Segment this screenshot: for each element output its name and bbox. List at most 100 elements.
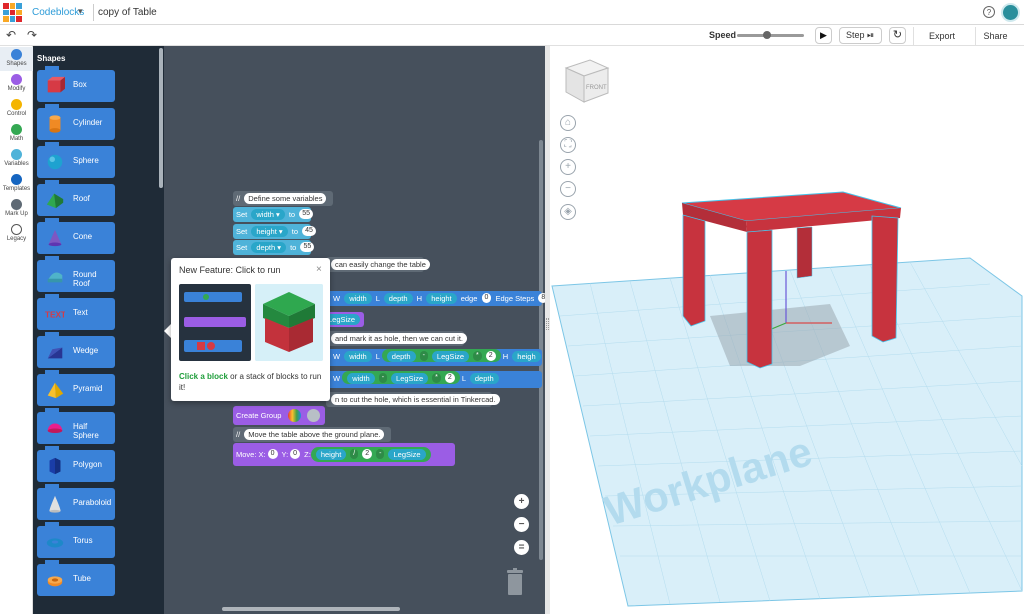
splitter-grip-icon[interactable] <box>546 318 549 330</box>
comment-text[interactable]: can easily change the table <box>331 259 430 270</box>
set-width-block[interactable]: Set width ▾ to 55 <box>233 207 313 222</box>
undo-icon[interactable]: ↶ <box>6 28 16 42</box>
workspace-horizontal-scrollbar[interactable] <box>222 607 400 611</box>
operator-dropdown[interactable]: - <box>378 373 388 383</box>
set-depth-block[interactable]: Set depth ▾ to 55 <box>233 240 315 255</box>
category-variables[interactable]: Variables <box>0 147 33 171</box>
category-mark-up[interactable]: Mark Up <box>0 197 33 221</box>
set-height-block[interactable]: Set height ▾ to 45 <box>233 224 316 239</box>
perspective-icon[interactable]: ◈ <box>560 204 576 220</box>
export-button[interactable]: Export <box>913 27 970 45</box>
depth-variable[interactable]: depth <box>383 293 413 304</box>
depth-variable[interactable]: depth <box>469 373 499 384</box>
comment-block[interactable]: n to cut the hole, which is essential in… <box>326 392 500 407</box>
height-variable[interactable]: height <box>426 293 457 304</box>
legsize-variable[interactable]: LegSize <box>388 449 426 460</box>
tinkercad-logo[interactable] <box>3 3 22 22</box>
math-expression[interactable]: depth - LegSize * 2 <box>381 349 501 362</box>
variable-dropdown[interactable]: depth ▾ <box>251 242 286 253</box>
close-icon[interactable]: × <box>316 264 322 275</box>
width-variable[interactable]: width <box>344 351 372 362</box>
depth-variable[interactable]: depth <box>386 351 416 362</box>
comment-text[interactable]: n to cut the hole, which is essential in… <box>331 394 500 405</box>
step-button[interactable]: Step ⏯ <box>839 27 882 44</box>
move-block[interactable]: Move: X: 0 Y: 0 Z: height/2- LegSize <box>233 443 455 466</box>
height-variable[interactable]: height <box>315 449 347 460</box>
math-expression[interactable]: width - LegSize * 2 <box>342 371 460 384</box>
value-field[interactable]: 0 <box>481 293 492 303</box>
app-dropdown-icon[interactable]: ▾ <box>78 6 83 17</box>
shape-block-polygon[interactable]: Polygon <box>37 446 115 482</box>
width-variable[interactable]: width <box>344 293 372 304</box>
project-title[interactable]: copy of Table <box>98 7 157 18</box>
shape-block-paraboloid[interactable]: Paraboloid <box>37 484 115 520</box>
3d-scene[interactable]: Workplane FRONT <box>550 46 1024 614</box>
comment-text[interactable]: and mark it as hole, then we can cut it. <box>331 333 467 344</box>
legsize-variable[interactable]: LegSize <box>431 351 470 362</box>
zoom-out-icon[interactable]: − <box>514 517 529 532</box>
comment-block[interactable]: // Define some variables <box>233 191 333 206</box>
shape-block-cylinder[interactable]: Cylinder <box>37 104 115 140</box>
comment-block[interactable]: // Move the table above the ground plane… <box>233 427 391 442</box>
comment-text[interactable]: Define some variables <box>244 193 327 204</box>
shape-block-torus[interactable]: Torus <box>37 522 115 558</box>
comment-block[interactable]: can easily change the table <box>326 257 430 272</box>
value-field[interactable]: 0 <box>267 449 278 459</box>
shape-block-box[interactable]: Box <box>37 66 115 102</box>
view-cube[interactable]: FRONT <box>564 59 610 103</box>
operator-dropdown[interactable]: * <box>473 351 482 361</box>
play-button[interactable]: ▶ <box>815 27 832 44</box>
home-view-icon[interactable]: ⌂ <box>560 115 576 131</box>
shape-block-half-sphere[interactable]: Half Sphere <box>37 408 115 444</box>
value-field[interactable]: 55 <box>300 242 315 252</box>
math-expression[interactable]: height/2- LegSize <box>310 447 431 462</box>
help-icon[interactable]: ? <box>983 6 995 18</box>
shape-block-tube[interactable]: Tube <box>37 560 115 596</box>
width-variable[interactable]: width <box>347 373 375 384</box>
reset-icon[interactable]: ↻ <box>889 27 906 44</box>
zoom-reset-icon[interactable]: = <box>514 540 529 555</box>
color-picker-icon[interactable] <box>288 409 301 422</box>
shape-block-round-roof[interactable]: Round Roof <box>37 256 115 292</box>
create-group-block[interactable]: Create Group <box>233 406 325 425</box>
value-field[interactable]: 0 <box>290 449 301 459</box>
trash-icon[interactable] <box>505 568 525 596</box>
category-modify[interactable]: Modify <box>0 72 33 96</box>
value-field[interactable]: 2 <box>444 373 455 383</box>
operator-dropdown[interactable]: - <box>376 449 385 459</box>
height-variable[interactable]: heigh <box>512 351 541 362</box>
value-field[interactable]: 2 <box>485 351 496 361</box>
value-field[interactable]: 55 <box>299 209 313 219</box>
zoom-in-view-icon[interactable]: + <box>560 159 576 175</box>
zoom-out-view-icon[interactable]: − <box>560 181 576 197</box>
shape-block-text[interactable]: TEXT Text <box>37 294 115 330</box>
category-math[interactable]: Math <box>0 122 33 146</box>
operator-dropdown[interactable]: - <box>419 351 428 361</box>
hole-toggle-icon[interactable] <box>307 409 320 422</box>
legsize-variable[interactable]: LegSize <box>391 373 429 384</box>
redo-icon[interactable]: ↷ <box>27 28 37 42</box>
operator-dropdown[interactable]: / <box>350 449 359 459</box>
shape-block-wedge[interactable]: Wedge <box>37 332 115 368</box>
palette-scrollbar[interactable] <box>159 48 163 188</box>
shape-block-pyramid[interactable]: Pyramid <box>37 370 115 406</box>
value-field[interactable]: 45 <box>302 226 316 236</box>
operator-dropdown[interactable]: * <box>432 373 441 383</box>
comment-text[interactable]: Move the table above the ground plane. <box>244 429 385 440</box>
value-field[interactable]: 2 <box>362 449 373 459</box>
shape-block-cone[interactable]: Cone <box>37 218 115 254</box>
variable-dropdown[interactable]: width ▾ <box>251 209 285 220</box>
hole-box-block[interactable]: W width - LegSize * 2 L depth <box>330 371 542 388</box>
category-shapes[interactable]: Shapes <box>0 47 33 71</box>
share-button[interactable]: Share <box>975 27 1015 45</box>
category-control[interactable]: Control <box>0 97 33 121</box>
variable-dropdown[interactable]: height ▾ <box>251 226 288 237</box>
category-templates[interactable]: Templates <box>0 172 33 196</box>
box-parameters-block[interactable]: W width L depth H height edge 0 Edge Ste… <box>330 291 549 306</box>
app-title[interactable]: Codeblocks <box>32 7 84 18</box>
shape-block-sphere[interactable]: Sphere <box>37 142 115 178</box>
hole-box-block[interactable]: W width L depth - LegSize * 2 H heigh <box>330 349 542 366</box>
category-legacy[interactable]: Legacy <box>0 222 33 246</box>
shape-block-roof[interactable]: Roof <box>37 180 115 216</box>
avatar[interactable] <box>1001 3 1020 22</box>
